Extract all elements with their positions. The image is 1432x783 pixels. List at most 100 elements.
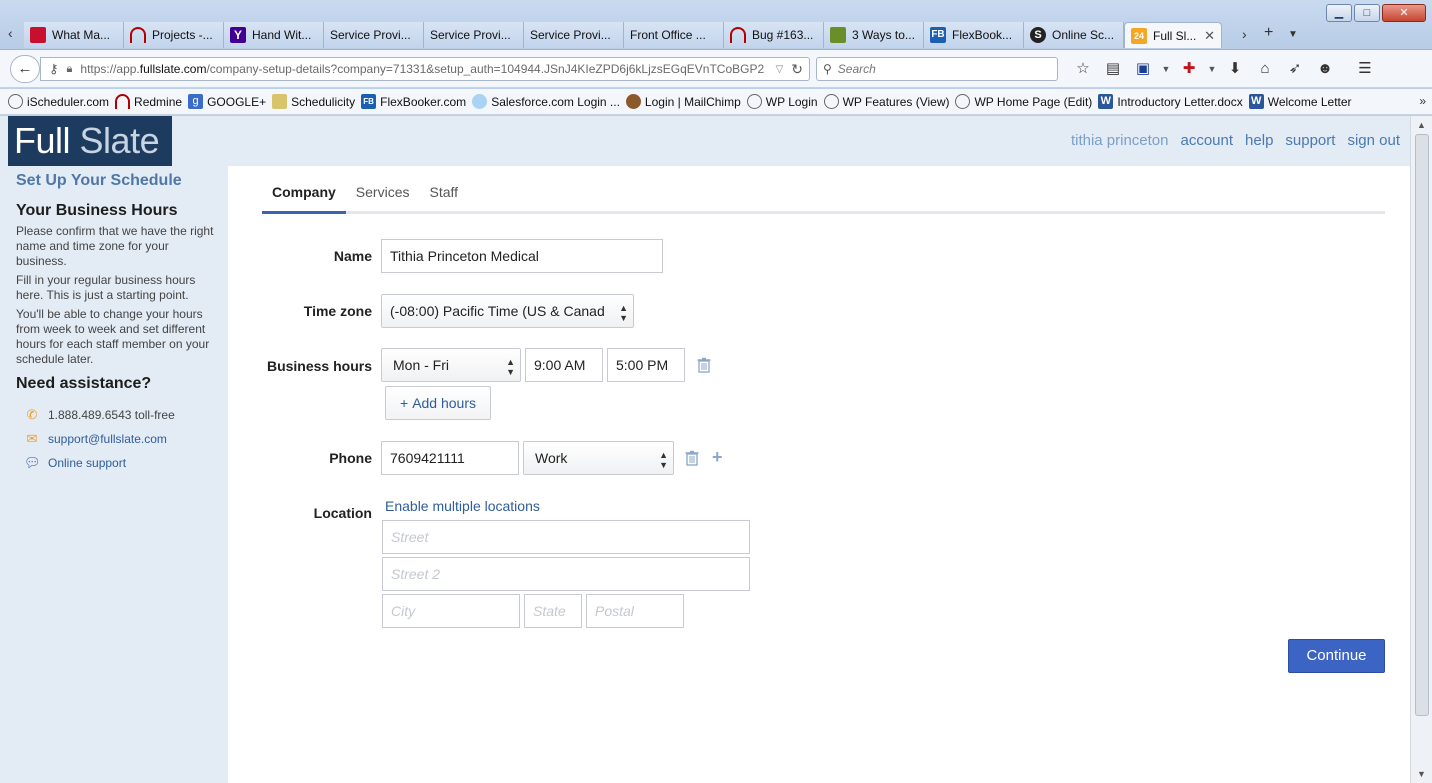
bookmark-item[interactable]: Salesforce.com Login ... [472,94,620,109]
start-time-input[interactable]: 9:00 AM [525,348,603,382]
city-input[interactable]: City [382,594,520,628]
business-name-input[interactable]: Tithia Princeton Medical [381,239,663,273]
save-dropdown-icon[interactable]: ▼ [1158,58,1174,80]
bookmark-label: FlexBooker.com [380,94,467,109]
tab-services[interactable]: Services [346,178,420,214]
home-icon[interactable]: ⌂ [1250,58,1280,80]
state-input[interactable]: State [524,594,582,628]
schedulicity-icon [272,94,288,109]
scroll-up-icon[interactable]: ▲ [1417,120,1426,130]
street-input[interactable]: Street [382,520,750,554]
tab-scroll-right-icon[interactable]: › [1242,26,1247,42]
send-icon[interactable]: ➶ [1280,58,1310,80]
tab-label: Bug #163... [752,28,814,42]
bookmark-item[interactable]: Redmine [115,94,182,109]
browser-tab[interactable]: Front Office ... [624,22,724,48]
url-history-dropdown-icon[interactable]: ▽ [776,64,784,75]
add-phone-plus-icon[interactable]: + [712,447,723,468]
online-support-contact[interactable]: 💬︎ Online support [16,455,220,471]
tab-label: 3 Ways to... [852,28,915,42]
maximize-button[interactable]: □ [1354,4,1380,22]
timezone-select[interactable]: (-08:00) Pacific Time (US & Canad ▲ ▼ [381,294,634,328]
email-contact[interactable]: ✉ support@fullslate.com [16,431,220,447]
account-link[interactable]: account [1181,132,1234,149]
enable-multiple-locations-link[interactable]: Enable multiple locations [385,498,540,514]
delete-hours-trash-icon[interactable] [696,357,712,373]
bookmark-globe-icon [955,94,971,109]
scrollbar-thumb[interactable] [1415,134,1429,716]
download-icon[interactable]: ⬇ [1220,58,1250,80]
days-select[interactable]: Mon - Fri ▲ ▼ [381,348,521,382]
site-identity-key-icon[interactable]: ⚷ [49,61,59,77]
chat-icon[interactable]: ☻ [1310,58,1340,80]
business-hours-label: Business hours [266,358,372,374]
browser-tab[interactable]: Service Provi... [324,22,424,48]
help-link[interactable]: help [1245,132,1273,149]
bookmark-item[interactable]: WP Login [746,94,818,109]
street2-input[interactable]: Street 2 [382,557,750,591]
browser-tab[interactable]: Projects -... [124,22,224,48]
bookmark-label: Redmine [134,94,183,109]
new-tab-icon[interactable]: + [1264,24,1273,42]
bookmark-item[interactable]: Login | MailChimp [625,94,741,109]
browser-tab-active[interactable]: 24 Full Sl... ✕ [1124,22,1222,48]
bookmark-item[interactable]: W Introductory Letter.docx [1098,94,1243,109]
phone-input[interactable]: 7609421111 [381,441,519,475]
full-slate-logo[interactable]: Full Slate [8,116,172,166]
search-input[interactable]: ⚲ Search [816,57,1058,81]
bookmark-globe-icon [746,94,762,109]
menu-icon[interactable]: ☰ [1350,58,1380,80]
support-link[interactable]: support [1285,132,1335,149]
add-hours-button[interactable]: + Add hours [385,386,492,420]
bookmark-item[interactable]: W Welcome Letter [1248,94,1352,109]
tab-label: Online Sc... [1052,28,1115,42]
end-time-input[interactable]: 5:00 PM [607,348,685,382]
postal-input[interactable]: Postal [586,594,684,628]
browser-tab[interactable]: S Online Sc... [1024,22,1124,48]
browser-tab[interactable]: FB FlexBook... [924,22,1024,48]
tab-label: Service Provi... [530,28,611,42]
bookmark-item[interactable]: iScheduler.com [8,94,109,109]
calendar-favicon-icon: 24 [1131,27,1147,44]
phone-type-select[interactable]: Work ▲ ▼ [523,441,674,475]
browser-tab[interactable]: Service Provi... [424,22,524,48]
tab-favicon-icon [30,27,46,43]
browser-tab[interactable]: Service Provi... [524,22,624,48]
first-aid-icon[interactable]: ✚ [1174,58,1204,80]
scroll-down-icon[interactable]: ▼ [1417,769,1426,779]
bookmark-item[interactable]: FB FlexBooker.com [361,94,466,109]
tab-scroll-left-icon[interactable]: ‹ [8,25,13,41]
close-tab-icon[interactable]: ✕ [1204,28,1215,44]
back-button[interactable]: ← [10,55,40,83]
addon-dropdown-icon[interactable]: ▼ [1204,58,1220,80]
browser-tab[interactable]: Bug #163... [724,22,824,48]
url-bar[interactable]: ⚷ 🔒︎ https://app.fullslate.com/company-s… [40,57,810,81]
tab-company[interactable]: Company [262,178,346,214]
bookmarks-bar: iScheduler.com Redmine g GOOGLE+ Scheduli… [0,89,1432,115]
tab-staff[interactable]: Staff [419,178,468,214]
bookmark-star-icon[interactable]: ☆ [1068,58,1098,80]
reload-icon[interactable]: ↻ [791,61,803,78]
browser-tab[interactable]: Y Hand Wit... [224,22,324,48]
user-name-link[interactable]: tithia princeton [1071,132,1169,149]
vertical-scrollbar[interactable]: ▲ ▼ [1410,116,1432,783]
delete-phone-trash-icon[interactable] [684,450,700,466]
browser-tab[interactable]: 3 Ways to... [824,22,924,48]
bookmarks-overflow-icon[interactable]: » [1419,94,1426,108]
tab-list-icon[interactable]: ▼ [1288,29,1298,40]
redmine-favicon-icon [730,27,746,43]
reading-list-icon[interactable]: ▤ [1098,58,1128,80]
continue-button[interactable]: Continue [1288,639,1385,673]
sign-out-link[interactable]: sign out [1347,132,1400,149]
browser-tab[interactable]: What Ma... [24,22,124,48]
account-links: tithia princeton account help support si… [1071,132,1400,149]
web-page: Full Slate tithia princeton account help… [0,116,1410,783]
minimize-button[interactable]: ▁ [1326,4,1352,22]
close-window-button[interactable]: ✕ [1382,4,1426,22]
save-icon[interactable]: ▣ [1128,58,1158,80]
url-text: https://app.fullslate.com/company-setup-… [80,62,765,76]
bookmark-item[interactable]: WP Home Page (Edit) [955,94,1092,109]
bookmark-item[interactable]: WP Features (View) [823,94,949,109]
bookmark-item[interactable]: g GOOGLE+ [188,94,266,109]
bookmark-item[interactable]: Schedulicity [272,94,355,109]
